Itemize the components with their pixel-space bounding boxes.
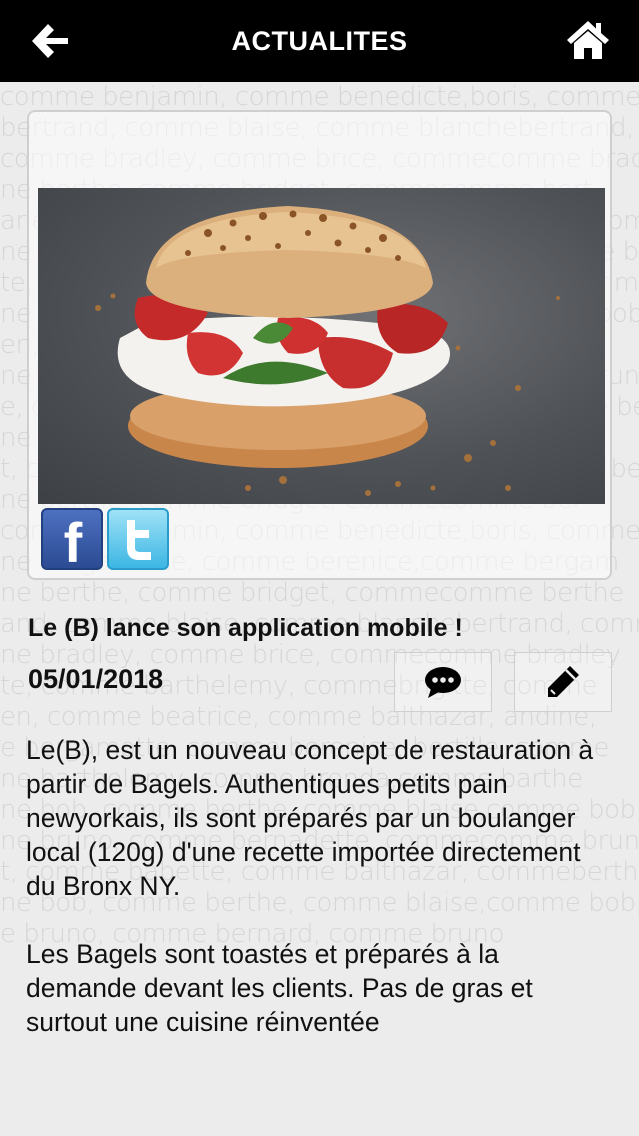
- twitter-share-button[interactable]: [107, 508, 169, 570]
- comment-button[interactable]: [394, 652, 492, 712]
- top-navigation-bar: ACTUALITES: [0, 0, 639, 82]
- facebook-share-button[interactable]: f: [41, 508, 103, 574]
- bagel-photo: [38, 188, 605, 504]
- home-icon: [567, 21, 609, 59]
- facebook-icon: f: [64, 511, 83, 574]
- background-text-line: ne berthe, comme bridget, commecomme ber…: [0, 578, 624, 608]
- back-arrow-icon: [32, 24, 68, 58]
- background-text-line: comme benjamin, comme benedicte,boris, c…: [0, 82, 639, 112]
- pencil-icon: [548, 666, 579, 697]
- article-image-card: f: [27, 110, 612, 580]
- facebook-letter: f: [64, 511, 83, 568]
- back-button[interactable]: [26, 18, 72, 64]
- page-title: ACTUALITES: [231, 25, 408, 56]
- article-paragraph: Les Bagels sont toastés et préparés à la…: [26, 939, 533, 1037]
- article-date: 05/01/2018: [28, 664, 164, 694]
- home-button[interactable]: [565, 18, 611, 62]
- edit-button[interactable]: [514, 652, 612, 712]
- bagel-illustration: [95, 206, 560, 496]
- twitter-icon: [127, 520, 151, 560]
- article-paragraph: Le(B), est un nouveau concept de restaur…: [26, 735, 594, 901]
- comment-icon: [425, 667, 461, 698]
- article-title: Le (B) lance son application mobile !: [28, 614, 463, 642]
- article-body: Le(B), est un nouveau concept de restaur…: [26, 733, 616, 1073]
